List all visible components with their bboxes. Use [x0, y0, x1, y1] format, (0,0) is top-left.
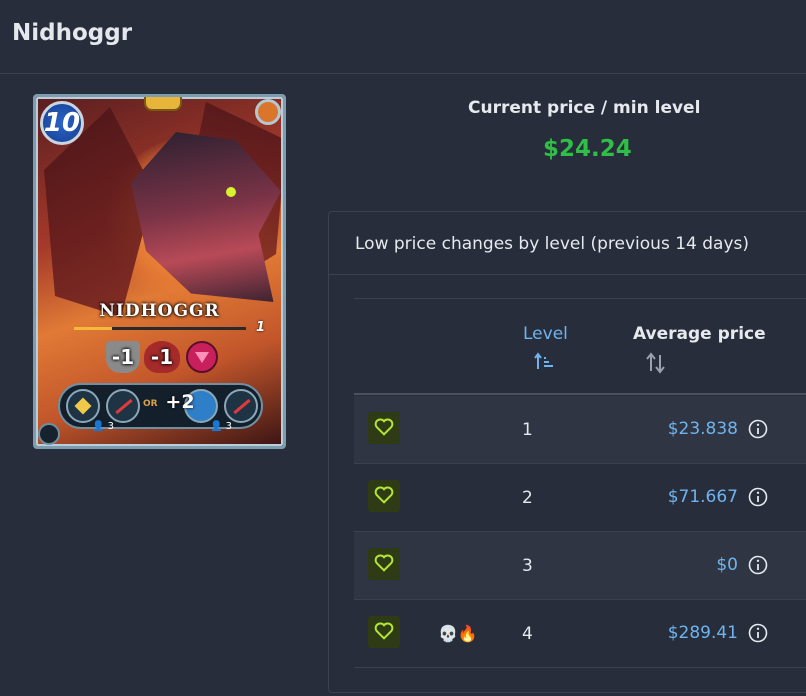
- row-level: 1: [522, 420, 533, 440]
- card-armor-stat: -1: [106, 341, 140, 373]
- card-mana-cost: 10: [40, 101, 84, 145]
- card-edition-icon: [38, 423, 60, 445]
- sort-toggle-icon[interactable]: [645, 352, 667, 374]
- info-icon[interactable]: [748, 555, 768, 575]
- favorite-heart-icon[interactable]: [368, 412, 400, 444]
- info-icon[interactable]: [748, 419, 768, 439]
- ability-strike-icon: [224, 389, 258, 423]
- table-row: 3 $0: [354, 532, 806, 600]
- page-header: Nidhoggr: [0, 0, 806, 74]
- card-element-icon: [255, 99, 281, 125]
- ability-plus-value: +2: [165, 391, 195, 413]
- ability-slash-icon: [106, 389, 140, 423]
- row-emoji: 💀🔥: [438, 624, 478, 643]
- panel-title: Low price changes by level (previous 14 …: [355, 234, 750, 254]
- favorite-heart-icon[interactable]: [368, 548, 400, 580]
- row-level: 2: [522, 488, 533, 508]
- ability-count-right: 👤 3: [210, 421, 233, 432]
- favorite-heart-icon[interactable]: [368, 616, 400, 648]
- ability-or-label: OR: [143, 399, 158, 409]
- column-header-level[interactable]: Level: [523, 324, 568, 344]
- table-row: 💀🔥 4 $289.41: [354, 600, 806, 668]
- info-icon[interactable]: [748, 623, 768, 643]
- card-level: 1: [256, 320, 266, 335]
- card-image: 10 NIDHOGGR 1 -1 -1 OR +2 👤 3 👤 3: [33, 94, 286, 449]
- table-top-border: [354, 298, 806, 299]
- favorite-heart-icon[interactable]: [368, 480, 400, 512]
- table-row: 2 $71.667: [354, 464, 806, 532]
- page-title: Nidhoggr: [12, 20, 133, 46]
- row-price: $71.667: [667, 487, 738, 507]
- table-header-divider: [354, 393, 806, 395]
- row-level: 4: [522, 624, 533, 644]
- panel-divider: [329, 274, 806, 275]
- row-level: 3: [522, 556, 533, 576]
- card-speed-icon: [186, 341, 218, 373]
- card-rarity-gem: [144, 97, 182, 111]
- table-row: 1 $23.838: [354, 396, 806, 464]
- card-level-bar: [74, 327, 246, 330]
- row-price: $289.41: [667, 623, 738, 643]
- ability-blast-icon: [66, 389, 100, 423]
- card-level-bar-fill: [74, 327, 112, 330]
- row-price: $23.838: [667, 419, 738, 439]
- column-header-average-price[interactable]: Average price: [633, 324, 766, 344]
- ability-count-left: 👤 3: [92, 421, 115, 432]
- info-icon[interactable]: [748, 487, 768, 507]
- card-name: NIDHOGGR: [99, 301, 220, 321]
- current-price-value: $24.24: [543, 136, 632, 162]
- current-price-label: Current price / min level: [468, 98, 701, 118]
- row-price: $0: [716, 555, 738, 575]
- sort-ascending-icon[interactable]: [533, 352, 555, 372]
- card-health-stat: -1: [144, 341, 180, 373]
